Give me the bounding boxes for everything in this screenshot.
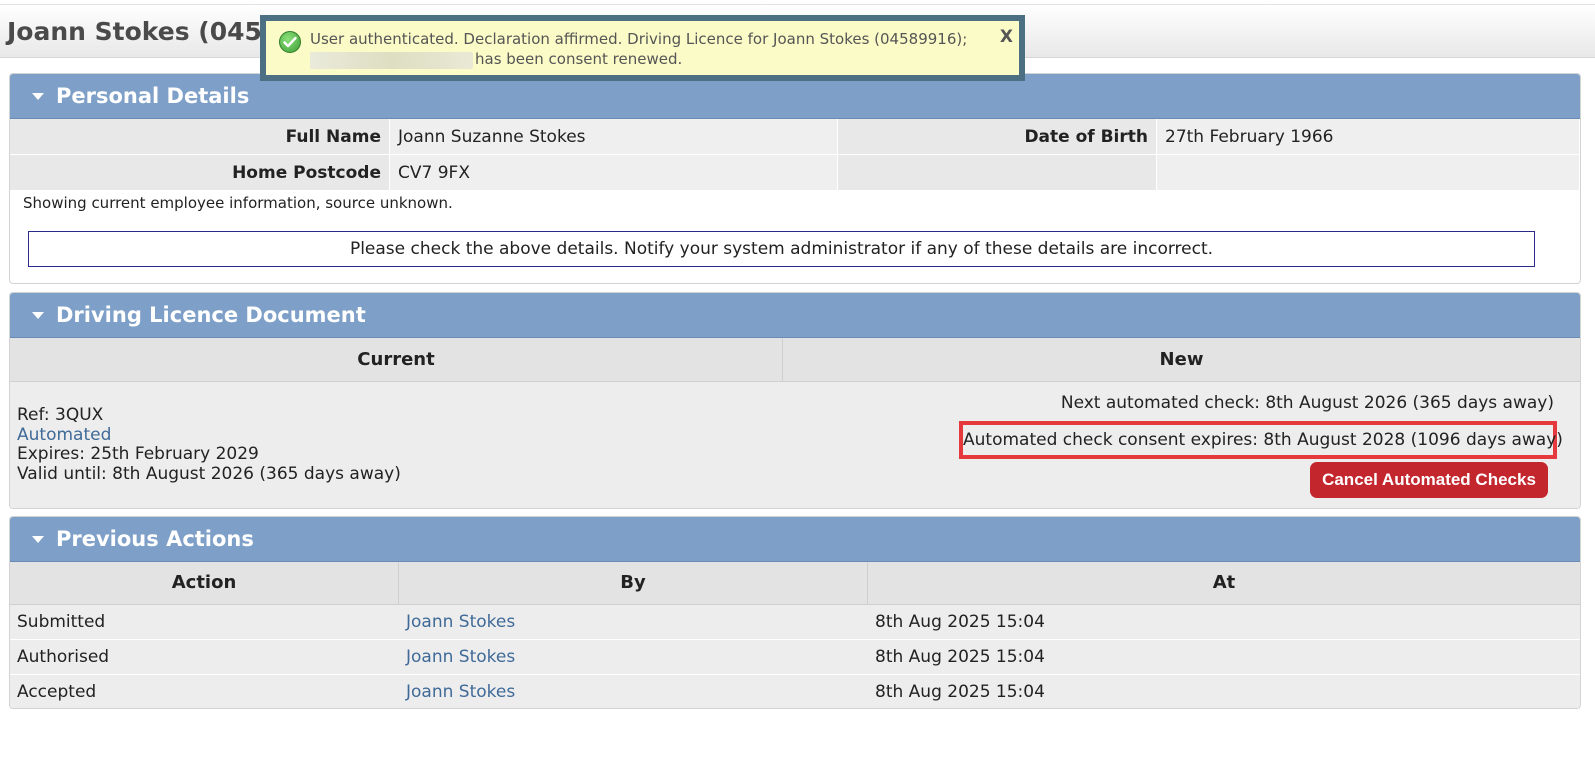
notification-message-line2: has been consent renewed.	[475, 50, 683, 68]
by-link[interactable]: Joann Stokes	[406, 640, 515, 674]
dob-value: 27th February 1966	[1156, 119, 1580, 155]
check-details-notice: Please check the above details. Notify y…	[28, 231, 1535, 267]
postcode-value: CV7 9FX	[389, 154, 838, 191]
driving-licence-panel: Driving Licence Document Current New Ref…	[9, 292, 1581, 509]
licence-expires: Expires: 25th February 2029	[17, 444, 259, 464]
notification-message-line1: User authenticated. Declaration affirmed…	[310, 30, 968, 48]
redacted-text	[310, 52, 473, 69]
empty-cell	[1156, 154, 1580, 191]
personal-details-title: Personal Details	[56, 84, 250, 108]
header-by: By	[620, 572, 646, 593]
dob-label: Date of Birth	[837, 119, 1157, 155]
success-notification: User authenticated. Declaration affirmed…	[260, 15, 1025, 81]
consent-expiry-highlight: Automated check consent expires: 8th Aug…	[959, 421, 1563, 459]
collapse-triangle-icon[interactable]	[32, 536, 44, 543]
at-cell: 8th Aug 2025 15:04	[875, 647, 1045, 667]
by-link[interactable]: Joann Stokes	[406, 675, 515, 708]
cancel-automated-checks-button[interactable]: Cancel Automated Checks	[1310, 462, 1548, 498]
actions-table-header: Action By At	[10, 562, 1580, 605]
licence-details: Ref: 3QUX Automated Expires: 25th Februa…	[10, 382, 1580, 508]
previous-actions-header[interactable]: Previous Actions	[10, 517, 1580, 562]
header-action: Action	[171, 572, 237, 593]
action-cell: Authorised	[17, 647, 110, 667]
full-name-value: Joann Suzanne Stokes	[389, 119, 838, 155]
full-name-label: Full Name	[10, 119, 390, 155]
action-cell: Submitted	[17, 612, 106, 632]
driving-licence-header[interactable]: Driving Licence Document	[10, 293, 1580, 338]
empty-cell	[837, 154, 1157, 191]
table-row: Accepted Joann Stokes 8th Aug 2025 15:04	[10, 675, 1580, 708]
action-cell: Accepted	[17, 682, 97, 702]
close-icon[interactable]: X	[1000, 27, 1013, 47]
column-header-new: New	[1159, 349, 1204, 370]
table-row: Authorised Joann Stokes 8th Aug 2025 15:…	[10, 640, 1580, 675]
column-header-current: Current	[357, 349, 435, 370]
header-at: At	[1212, 572, 1236, 593]
success-check-icon	[279, 31, 301, 53]
by-link[interactable]: Joann Stokes	[406, 605, 515, 639]
licence-ref: Ref: 3QUX	[17, 405, 104, 425]
licence-column-headers: Current New	[10, 338, 1580, 382]
at-cell: 8th Aug 2025 15:04	[875, 612, 1045, 632]
next-automated-check: Next automated check: 8th August 2026 (3…	[1060, 393, 1554, 413]
automated-link[interactable]: Automated	[17, 425, 401, 446]
page-title: Joann Stokes (045	[7, 17, 262, 46]
current-licence-info: Ref: 3QUX Automated Expires: 25th Februa…	[17, 405, 401, 484]
driving-licence-title: Driving Licence Document	[56, 303, 366, 327]
previous-actions-title: Previous Actions	[56, 527, 254, 551]
postcode-label: Home Postcode	[10, 154, 390, 191]
personal-details-table: Full Name Joann Suzanne Stokes Date of B…	[10, 119, 1580, 191]
at-cell: 8th Aug 2025 15:04	[875, 682, 1045, 702]
collapse-triangle-icon[interactable]	[32, 93, 44, 100]
table-row: Submitted Joann Stokes 8th Aug 2025 15:0…	[10, 605, 1580, 640]
collapse-triangle-icon[interactable]	[32, 312, 44, 319]
personal-details-panel: Personal Details Full Name Joann Suzanne…	[9, 73, 1581, 284]
licence-valid-until: Valid until: 8th August 2026 (365 days a…	[17, 463, 401, 484]
previous-actions-panel: Previous Actions Action By At Submitted …	[9, 516, 1581, 709]
source-note: Showing current employee information, so…	[23, 194, 453, 212]
